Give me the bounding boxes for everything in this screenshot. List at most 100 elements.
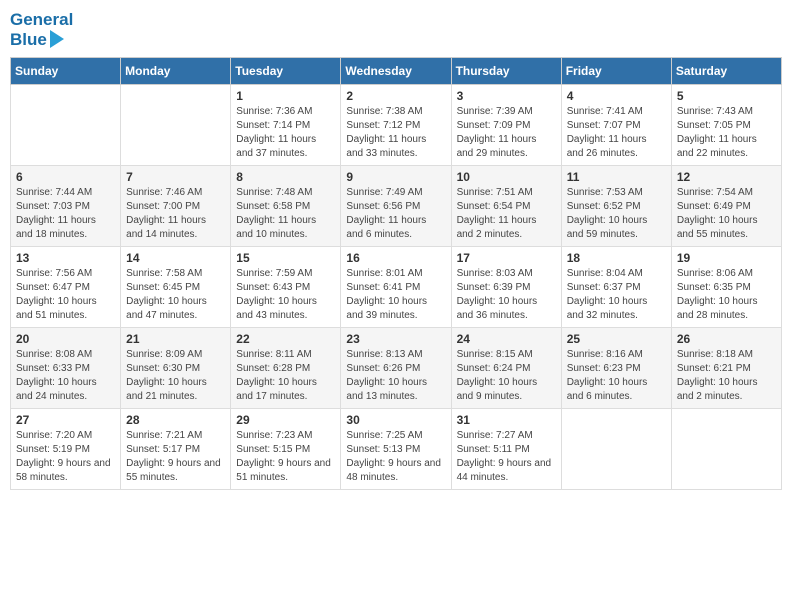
calendar-cell: 16 Sunrise: 8:01 AM Sunset: 6:41 PM Dayli… xyxy=(341,247,451,328)
day-content: Sunrise: 7:41 AM Sunset: 7:07 PM Dayligh… xyxy=(567,105,666,161)
day-content: Sunrise: 7:51 AM Sunset: 6:54 PM Dayligh… xyxy=(457,186,556,242)
day-content: Sunrise: 8:01 AM Sunset: 6:41 PM Dayligh… xyxy=(346,267,445,323)
day-number: 15 xyxy=(236,251,335,265)
day-content: Sunrise: 7:36 AM Sunset: 7:14 PM Dayligh… xyxy=(236,105,335,161)
day-content: Sunrise: 8:09 AM Sunset: 6:30 PM Dayligh… xyxy=(126,348,225,404)
day-content: Sunrise: 8:13 AM Sunset: 6:26 PM Dayligh… xyxy=(346,348,445,404)
day-number: 25 xyxy=(567,332,666,346)
day-content: Sunrise: 7:58 AM Sunset: 6:45 PM Dayligh… xyxy=(126,267,225,323)
day-number: 3 xyxy=(457,89,556,103)
calendar-cell: 5Sunrise: 7:43 AM Sunset: 7:05 PM Daylig… xyxy=(671,85,781,166)
day-number: 27 xyxy=(16,413,115,427)
calendar-cell: 18 Sunrise: 8:04 AM Sunset: 6:37 PM Dayli… xyxy=(561,247,671,328)
logo-arrow-icon xyxy=(50,30,64,48)
day-number: 23 xyxy=(346,332,445,346)
day-content: Sunrise: 7:46 AM Sunset: 7:00 PM Dayligh… xyxy=(126,186,225,242)
calendar-cell: 20 Sunrise: 8:08 AM Sunset: 6:33 PM Dayli… xyxy=(11,328,121,409)
calendar-cell: 31 Sunrise: 7:27 AM Sunset: 5:11 PM Dayli… xyxy=(451,409,561,490)
day-content: Sunrise: 7:39 AM Sunset: 7:09 PM Dayligh… xyxy=(457,105,556,161)
calendar-cell: 13 Sunrise: 7:56 AM Sunset: 6:47 PM Dayli… xyxy=(11,247,121,328)
column-header-tuesday: Tuesday xyxy=(231,58,341,85)
calendar-cell: 10 Sunrise: 7:51 AM Sunset: 6:54 PM Dayli… xyxy=(451,166,561,247)
calendar-cell: 22 Sunrise: 8:11 AM Sunset: 6:28 PM Dayli… xyxy=(231,328,341,409)
calendar-cell: 17 Sunrise: 8:03 AM Sunset: 6:39 PM Dayli… xyxy=(451,247,561,328)
day-number: 7 xyxy=(126,170,225,184)
day-content: Sunrise: 7:59 AM Sunset: 6:43 PM Dayligh… xyxy=(236,267,335,323)
logo: General Blue xyxy=(10,10,73,49)
calendar-cell: 25 Sunrise: 8:16 AM Sunset: 6:23 PM Dayli… xyxy=(561,328,671,409)
day-content: Sunrise: 7:56 AM Sunset: 6:47 PM Dayligh… xyxy=(16,267,115,323)
day-content: Sunrise: 7:48 AM Sunset: 6:58 PM Dayligh… xyxy=(236,186,335,242)
day-number: 1 xyxy=(236,89,335,103)
calendar-header-row: SundayMondayTuesdayWednesdayThursdayFrid… xyxy=(11,58,782,85)
calendar-cell: 11 Sunrise: 7:53 AM Sunset: 6:52 PM Dayli… xyxy=(561,166,671,247)
day-number: 11 xyxy=(567,170,666,184)
day-number: 2 xyxy=(346,89,445,103)
day-content: Sunrise: 8:16 AM Sunset: 6:23 PM Dayligh… xyxy=(567,348,666,404)
day-content: Sunrise: 7:38 AM Sunset: 7:12 PM Dayligh… xyxy=(346,105,445,161)
day-content: Sunrise: 7:27 AM Sunset: 5:11 PM Dayligh… xyxy=(457,429,556,485)
calendar-cell xyxy=(121,85,231,166)
calendar-table: SundayMondayTuesdayWednesdayThursdayFrid… xyxy=(10,57,782,490)
day-number: 31 xyxy=(457,413,556,427)
day-number: 19 xyxy=(677,251,776,265)
day-number: 12 xyxy=(677,170,776,184)
day-content: Sunrise: 8:04 AM Sunset: 6:37 PM Dayligh… xyxy=(567,267,666,323)
calendar-cell: 6Sunrise: 7:44 AM Sunset: 7:03 PM Daylig… xyxy=(11,166,121,247)
day-number: 30 xyxy=(346,413,445,427)
calendar-cell: 14 Sunrise: 7:58 AM Sunset: 6:45 PM Dayli… xyxy=(121,247,231,328)
day-content: Sunrise: 8:11 AM Sunset: 6:28 PM Dayligh… xyxy=(236,348,335,404)
calendar-cell: 12 Sunrise: 7:54 AM Sunset: 6:49 PM Dayli… xyxy=(671,166,781,247)
column-header-friday: Friday xyxy=(561,58,671,85)
day-number: 13 xyxy=(16,251,115,265)
column-header-sunday: Sunday xyxy=(11,58,121,85)
calendar-cell: 3 Sunrise: 7:39 AM Sunset: 7:09 PM Daylig… xyxy=(451,85,561,166)
calendar-cell: 29 Sunrise: 7:23 AM Sunset: 5:15 PM Dayli… xyxy=(231,409,341,490)
calendar-cell: 7 Sunrise: 7:46 AM Sunset: 7:00 PM Daylig… xyxy=(121,166,231,247)
day-content: Sunrise: 7:49 AM Sunset: 6:56 PM Dayligh… xyxy=(346,186,445,242)
day-content: Sunrise: 7:23 AM Sunset: 5:15 PM Dayligh… xyxy=(236,429,335,485)
calendar-cell: 27 Sunrise: 7:20 AM Sunset: 5:19 PM Dayli… xyxy=(11,409,121,490)
day-number: 10 xyxy=(457,170,556,184)
day-number: 16 xyxy=(346,251,445,265)
calendar-cell: 26Sunrise: 8:18 AM Sunset: 6:21 PM Dayli… xyxy=(671,328,781,409)
day-number: 22 xyxy=(236,332,335,346)
page-header: General Blue xyxy=(10,10,782,49)
calendar-cell xyxy=(671,409,781,490)
calendar-cell: 23 Sunrise: 8:13 AM Sunset: 6:26 PM Dayli… xyxy=(341,328,451,409)
day-content: Sunrise: 8:03 AM Sunset: 6:39 PM Dayligh… xyxy=(457,267,556,323)
calendar-cell: 1 Sunrise: 7:36 AM Sunset: 7:14 PM Daylig… xyxy=(231,85,341,166)
calendar-cell: 9Sunrise: 7:49 AM Sunset: 6:56 PM Daylig… xyxy=(341,166,451,247)
day-content: Sunrise: 7:21 AM Sunset: 5:17 PM Dayligh… xyxy=(126,429,225,485)
day-number: 24 xyxy=(457,332,556,346)
day-number: 8 xyxy=(236,170,335,184)
day-content: Sunrise: 7:53 AM Sunset: 6:52 PM Dayligh… xyxy=(567,186,666,242)
calendar-cell: 8 Sunrise: 7:48 AM Sunset: 6:58 PM Daylig… xyxy=(231,166,341,247)
calendar-cell: 24 Sunrise: 8:15 AM Sunset: 6:24 PM Dayli… xyxy=(451,328,561,409)
logo-general: General xyxy=(10,10,73,30)
day-content: Sunrise: 8:15 AM Sunset: 6:24 PM Dayligh… xyxy=(457,348,556,404)
day-number: 18 xyxy=(567,251,666,265)
day-content: Sunrise: 7:20 AM Sunset: 5:19 PM Dayligh… xyxy=(16,429,115,485)
day-number: 26 xyxy=(677,332,776,346)
day-content: Sunrise: 7:44 AM Sunset: 7:03 PM Dayligh… xyxy=(16,186,115,242)
calendar-week-3: 13 Sunrise: 7:56 AM Sunset: 6:47 PM Dayli… xyxy=(11,247,782,328)
column-header-monday: Monday xyxy=(121,58,231,85)
day-content: Sunrise: 8:08 AM Sunset: 6:33 PM Dayligh… xyxy=(16,348,115,404)
calendar-week-5: 27 Sunrise: 7:20 AM Sunset: 5:19 PM Dayli… xyxy=(11,409,782,490)
day-content: Sunrise: 7:54 AM Sunset: 6:49 PM Dayligh… xyxy=(677,186,776,242)
calendar-cell: 4 Sunrise: 7:41 AM Sunset: 7:07 PM Daylig… xyxy=(561,85,671,166)
day-number: 29 xyxy=(236,413,335,427)
calendar-cell: 15 Sunrise: 7:59 AM Sunset: 6:43 PM Dayli… xyxy=(231,247,341,328)
day-number: 14 xyxy=(126,251,225,265)
calendar-cell: 2 Sunrise: 7:38 AM Sunset: 7:12 PM Daylig… xyxy=(341,85,451,166)
day-number: 17 xyxy=(457,251,556,265)
calendar-cell xyxy=(561,409,671,490)
logo-blue: Blue xyxy=(10,30,47,50)
calendar-cell: 19Sunrise: 8:06 AM Sunset: 6:35 PM Dayli… xyxy=(671,247,781,328)
day-number: 20 xyxy=(16,332,115,346)
day-number: 21 xyxy=(126,332,225,346)
calendar-cell xyxy=(11,85,121,166)
column-header-thursday: Thursday xyxy=(451,58,561,85)
day-number: 4 xyxy=(567,89,666,103)
